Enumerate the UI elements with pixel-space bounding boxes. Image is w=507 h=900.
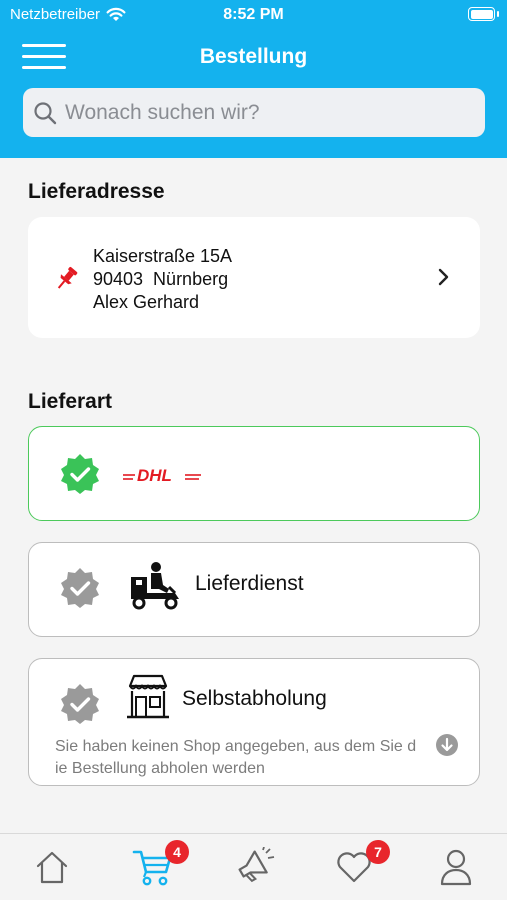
address-text: Kaiserstraße 15A 90403 Nürnberg Alex Ger…	[93, 245, 232, 314]
search-input[interactable]	[65, 100, 465, 125]
address-name: Alex Gerhard	[93, 292, 200, 312]
tab-promotions[interactable]	[229, 844, 279, 890]
chevron-right-icon	[438, 268, 449, 286]
delivery-address-heading: Lieferadresse	[28, 180, 165, 203]
page-title: Bestellung	[199, 45, 308, 68]
store-icon	[127, 674, 169, 719]
megaphone-icon	[238, 847, 275, 883]
verified-check-icon	[61, 568, 99, 608]
delivery-scooter-icon	[131, 562, 179, 610]
delivery-option-courier[interactable]: Lieferdienst	[28, 542, 480, 637]
search-icon	[34, 101, 57, 124]
pushpin-icon	[57, 266, 78, 289]
address-city: 90403 Nürnberg	[93, 269, 229, 289]
cart-count-badge: 4	[165, 840, 189, 864]
verified-check-icon	[61, 454, 99, 494]
verified-check-icon	[61, 684, 99, 724]
dhl-logo-graphic: DHL	[123, 466, 201, 485]
status-bar: Netzbetreiber 8:52 PM	[0, 0, 507, 30]
delivery-option-dhl[interactable]: DHL	[28, 426, 480, 521]
dhl-logo-text: DHL	[137, 466, 172, 485]
profile-icon	[440, 849, 472, 886]
arrow-down-circle-icon[interactable]	[435, 733, 459, 757]
delivery-type-heading: Lieferart	[28, 390, 113, 413]
pickup-label: Selbstabholung	[182, 687, 327, 710]
delivery-option-pickup[interactable]: Selbstabholung Sie haben keinen Shop ang…	[28, 658, 480, 786]
favorites-count-badge: 7	[366, 840, 390, 864]
battery-cap	[497, 11, 499, 17]
tab-profile[interactable]	[431, 844, 481, 890]
header: Netzbetreiber 8:52 PM Bestellung	[0, 0, 507, 158]
tab-home[interactable]	[27, 844, 77, 890]
home-icon	[36, 851, 68, 884]
search-bar[interactable]	[23, 88, 485, 137]
pickup-note: Sie haben keinen Shop angegeben, aus dem…	[55, 738, 417, 777]
battery-icon	[468, 7, 495, 21]
dhl-logo: DHL	[123, 463, 203, 485]
delivery-address-card[interactable]: Kaiserstraße 15A 90403 Nürnberg Alex Ger…	[28, 217, 480, 338]
tab-bar: 4 7	[0, 833, 507, 900]
courier-label: Lieferdienst	[195, 572, 304, 595]
address-street: Kaiserstraße 15A	[93, 246, 233, 266]
status-time: 8:52 PM	[223, 6, 284, 23]
